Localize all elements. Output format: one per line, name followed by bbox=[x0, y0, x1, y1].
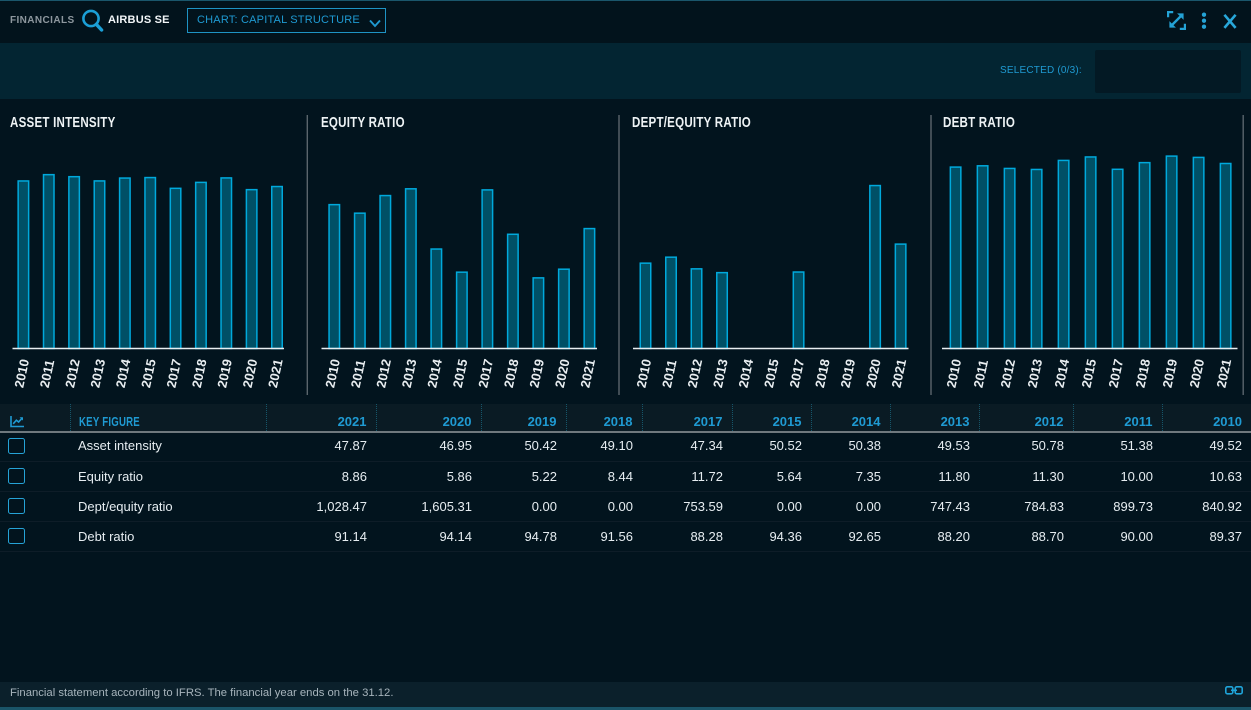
svg-text:2018: 2018 bbox=[1133, 358, 1154, 389]
svg-text:2012: 2012 bbox=[62, 358, 83, 389]
svg-text:2018: 2018 bbox=[812, 358, 833, 389]
svg-text:2018: 2018 bbox=[189, 358, 210, 389]
svg-text:2021: 2021 bbox=[889, 358, 910, 389]
svg-text:2018: 2018 bbox=[501, 358, 522, 389]
svg-text:2020: 2020 bbox=[552, 358, 573, 389]
svg-text:2011: 2011 bbox=[971, 358, 992, 389]
svg-text:2013: 2013 bbox=[710, 358, 731, 389]
svg-text:2017: 2017 bbox=[475, 358, 496, 389]
svg-text:2013: 2013 bbox=[87, 358, 108, 389]
svg-text:2011: 2011 bbox=[348, 358, 369, 389]
svg-text:2010: 2010 bbox=[944, 358, 965, 389]
svg-text:2010: 2010 bbox=[322, 358, 343, 389]
svg-text:2012: 2012 bbox=[373, 358, 394, 389]
svg-text:2020: 2020 bbox=[1187, 358, 1208, 389]
svg-text:2015: 2015 bbox=[138, 358, 159, 389]
svg-text:2019: 2019 bbox=[1160, 358, 1181, 389]
svg-text:2017: 2017 bbox=[164, 358, 185, 389]
svg-text:2020: 2020 bbox=[863, 358, 884, 389]
svg-text:2011: 2011 bbox=[659, 358, 680, 389]
svg-text:2014: 2014 bbox=[736, 357, 757, 389]
svg-text:2014: 2014 bbox=[1052, 357, 1073, 389]
svg-text:2017: 2017 bbox=[1106, 358, 1127, 389]
svg-text:2010: 2010 bbox=[11, 358, 32, 389]
svg-text:2021: 2021 bbox=[1214, 358, 1235, 389]
svg-text:2020: 2020 bbox=[240, 358, 261, 389]
svg-text:2014: 2014 bbox=[113, 357, 134, 389]
svg-text:2012: 2012 bbox=[684, 358, 705, 389]
svg-text:2012: 2012 bbox=[998, 358, 1019, 389]
svg-text:2010: 2010 bbox=[633, 358, 654, 389]
svg-text:2015: 2015 bbox=[761, 358, 782, 389]
svg-text:2021: 2021 bbox=[265, 358, 286, 389]
svg-text:2013: 2013 bbox=[399, 358, 420, 389]
svg-text:2015: 2015 bbox=[450, 358, 471, 389]
svg-text:2014: 2014 bbox=[424, 357, 445, 389]
svg-text:2021: 2021 bbox=[577, 358, 598, 389]
svg-text:2019: 2019 bbox=[838, 358, 859, 389]
svg-text:2019: 2019 bbox=[526, 358, 547, 389]
svg-text:2017: 2017 bbox=[787, 358, 808, 389]
svg-text:2013: 2013 bbox=[1025, 358, 1046, 389]
svg-text:2015: 2015 bbox=[1079, 358, 1100, 389]
svg-text:2019: 2019 bbox=[214, 358, 235, 389]
svg-text:2011: 2011 bbox=[37, 358, 58, 389]
